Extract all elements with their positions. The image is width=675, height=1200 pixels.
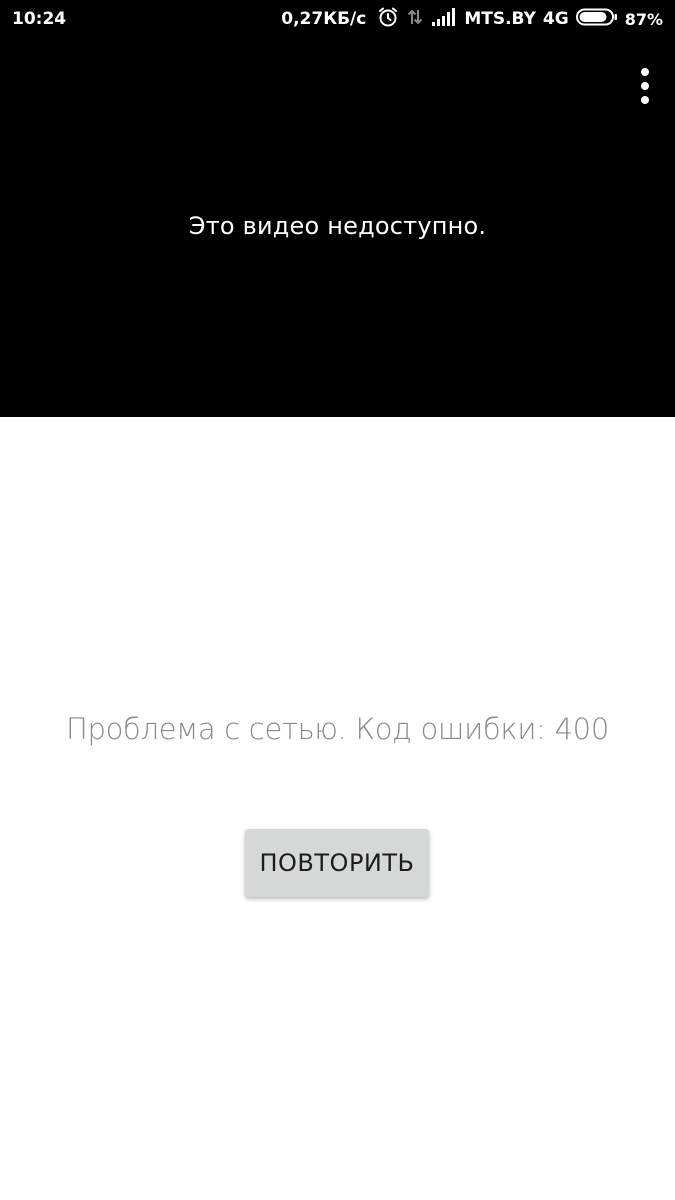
data-transfer-icon bbox=[406, 7, 424, 32]
retry-button[interactable]: ПОВТОРИТЬ bbox=[245, 829, 429, 897]
status-indicators: 0,27КБ/с MTS.BY 4G 87% bbox=[281, 0, 663, 38]
video-player[interactable]: Это видео недоступно. bbox=[0, 38, 675, 417]
battery-icon bbox=[575, 8, 618, 31]
status-bar: 10:24 0,27КБ/с MTS.BY 4G 87% bbox=[0, 0, 675, 38]
video-unavailable-message: Это видео недоступно. bbox=[188, 212, 487, 240]
network-speed: 0,27КБ/с bbox=[281, 9, 367, 29]
status-time: 10:24 bbox=[12, 9, 67, 29]
carrier-name: MTS.BY bbox=[464, 9, 536, 29]
signal-strength-icon bbox=[431, 7, 456, 31]
battery-percent: 87% bbox=[624, 9, 663, 29]
more-vertical-icon[interactable] bbox=[633, 66, 657, 106]
alarm-clock-icon bbox=[377, 6, 399, 33]
network-type: 4G bbox=[542, 9, 569, 29]
network-error-message: Проблема с сетью. Код ошибки: 400 bbox=[66, 712, 609, 746]
